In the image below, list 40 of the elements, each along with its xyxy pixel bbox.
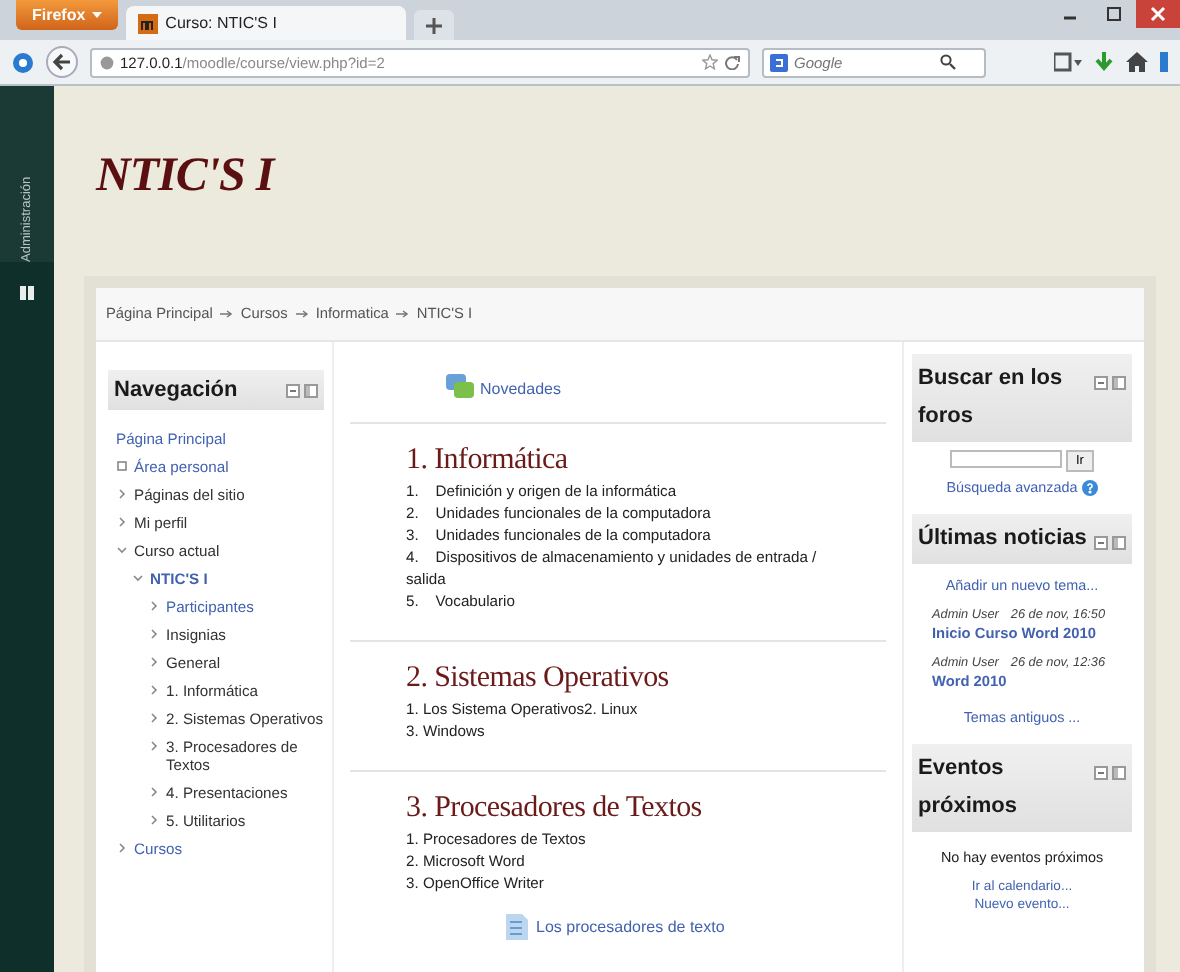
download-icon[interactable] [1094,51,1114,73]
block-title: Navegación [114,376,240,404]
collapse-icon[interactable] [1094,376,1108,390]
bookmarks-icon[interactable] [1054,52,1082,72]
resource-link[interactable]: Los procesadores de texto [536,918,725,936]
collapse-icon[interactable] [1094,766,1108,780]
forum-icon [446,374,474,402]
section-title: 2. Sistemas Operativos [406,662,671,696]
block-title: Buscar en los foros [918,364,1065,432]
close-button[interactable] [1136,0,1180,28]
plus-icon [425,17,442,33]
dock-icon[interactable] [20,286,34,300]
arrow-icon [396,309,409,317]
section-title: 1. Informática [406,444,570,478]
tab-title: Curso: NTIC'S I [165,14,277,32]
new-tab-button[interactable] [413,10,454,40]
collapse-icon[interactable] [286,384,300,398]
document-icon [506,914,528,940]
block-title: Últimas noticias [918,522,1089,554]
search-icon[interactable] [940,54,956,70]
course-title: NTIC'S I [93,148,278,206]
search-input[interactable] [950,450,1062,468]
reload-icon[interactable] [724,54,740,70]
close-icon [1150,6,1166,22]
collapse-icon[interactable] [1094,536,1108,550]
arrow-icon [295,309,308,317]
maximize-icon [1106,6,1122,22]
arrow-icon [220,309,233,317]
browser-tab[interactable]: Curso: NTIC'S I [125,6,406,40]
help-icon[interactable] [1081,479,1098,495]
block-title: Eventos próximos [918,754,1020,822]
moodle-icon [137,13,158,33]
forum-link[interactable]: Novedades [480,379,561,397]
bookmark-star-icon[interactable] [702,54,718,70]
section-title: 3. Procesadores de Textos [406,792,704,826]
caret-icon [91,12,102,18]
square-bullet-icon [116,459,128,471]
home-icon[interactable] [1126,52,1148,72]
search-engine-icon [770,53,788,71]
back-icon[interactable] [46,46,78,78]
